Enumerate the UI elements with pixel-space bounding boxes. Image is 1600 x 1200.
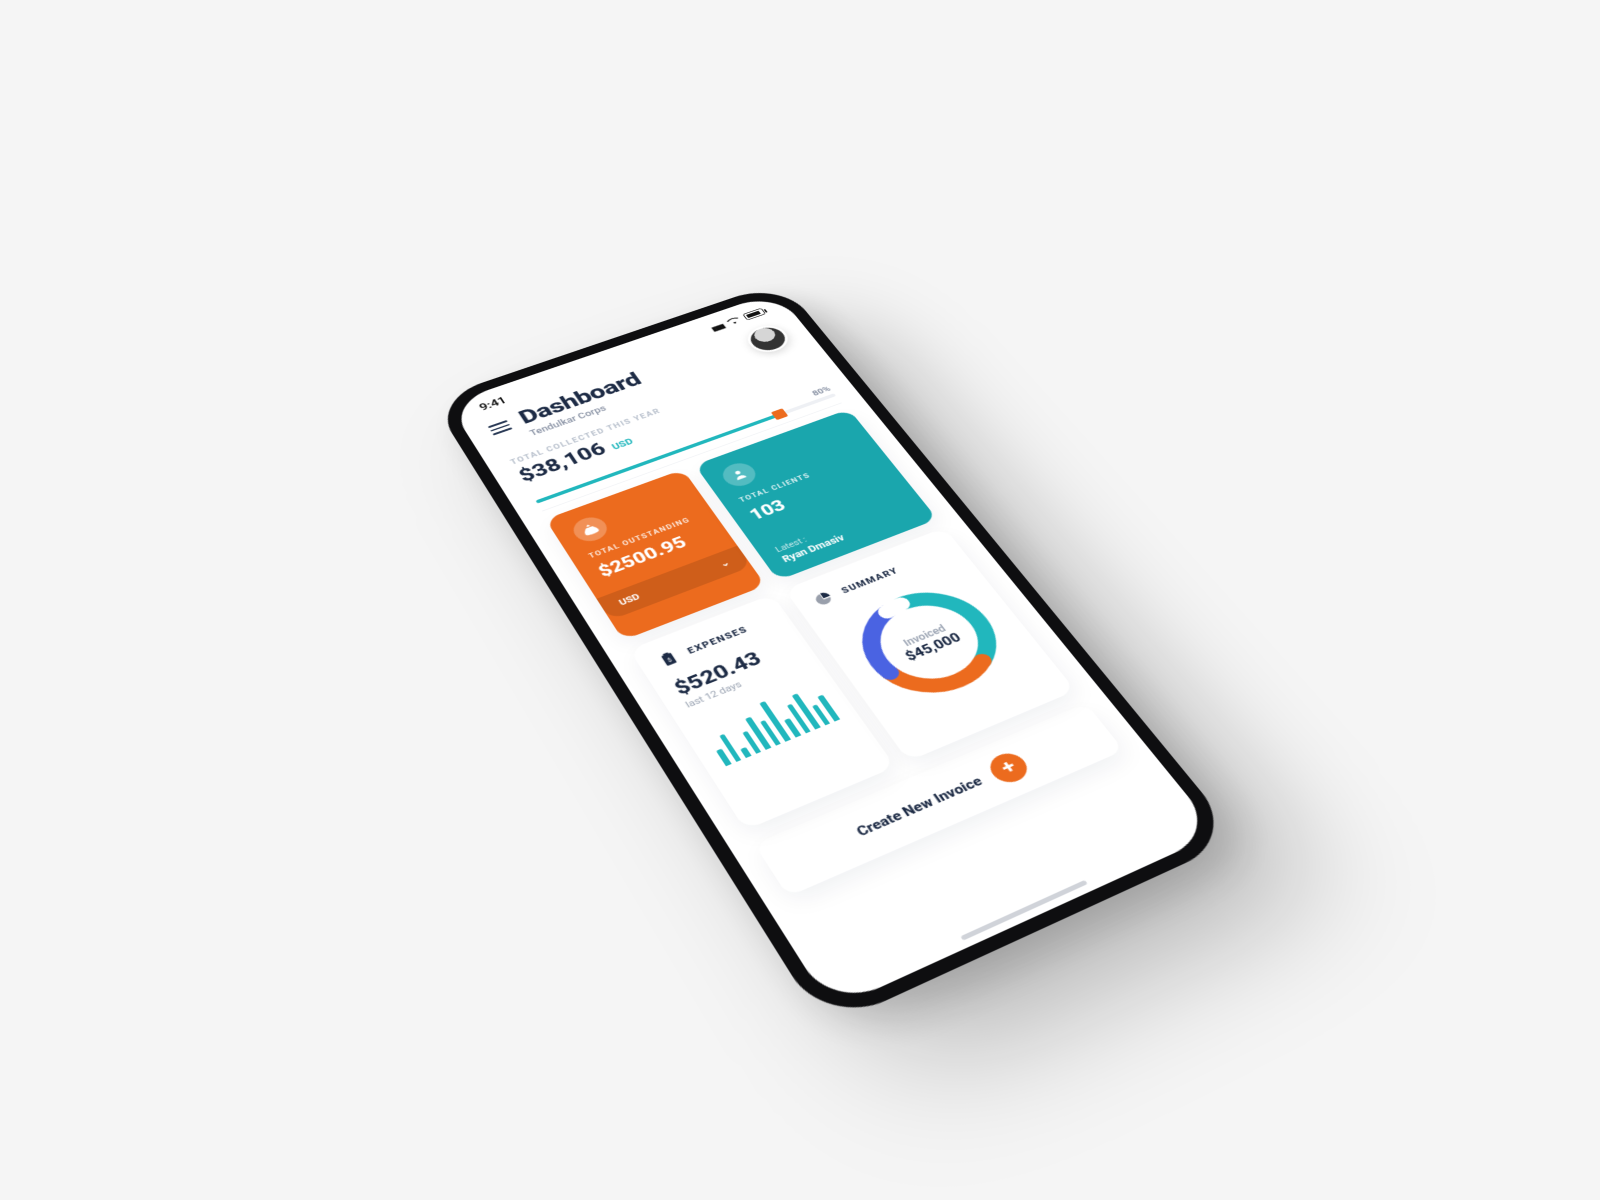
pie-chart-icon	[809, 587, 839, 609]
menu-button[interactable]	[486, 418, 513, 438]
clipboard-icon: $	[654, 647, 684, 670]
phone-screen: 9:41 Dashboard Tendulkar Corps	[448, 292, 1218, 1010]
plus-icon: +	[984, 749, 1034, 787]
summary-title: SUMMARY	[839, 565, 901, 595]
create-invoice-label: Create New Invoice	[853, 773, 985, 839]
outstanding-currency: USD	[617, 592, 642, 608]
phone-frame: 9:41 Dashboard Tendulkar Corps	[431, 281, 1239, 1028]
home-indicator	[960, 880, 1088, 941]
money-bag-icon	[568, 513, 612, 545]
collected-currency: USD	[610, 437, 635, 452]
cellular-icon	[708, 320, 726, 333]
person-icon	[718, 459, 761, 489]
chevron-down-icon[interactable]: ⌄	[718, 558, 732, 569]
